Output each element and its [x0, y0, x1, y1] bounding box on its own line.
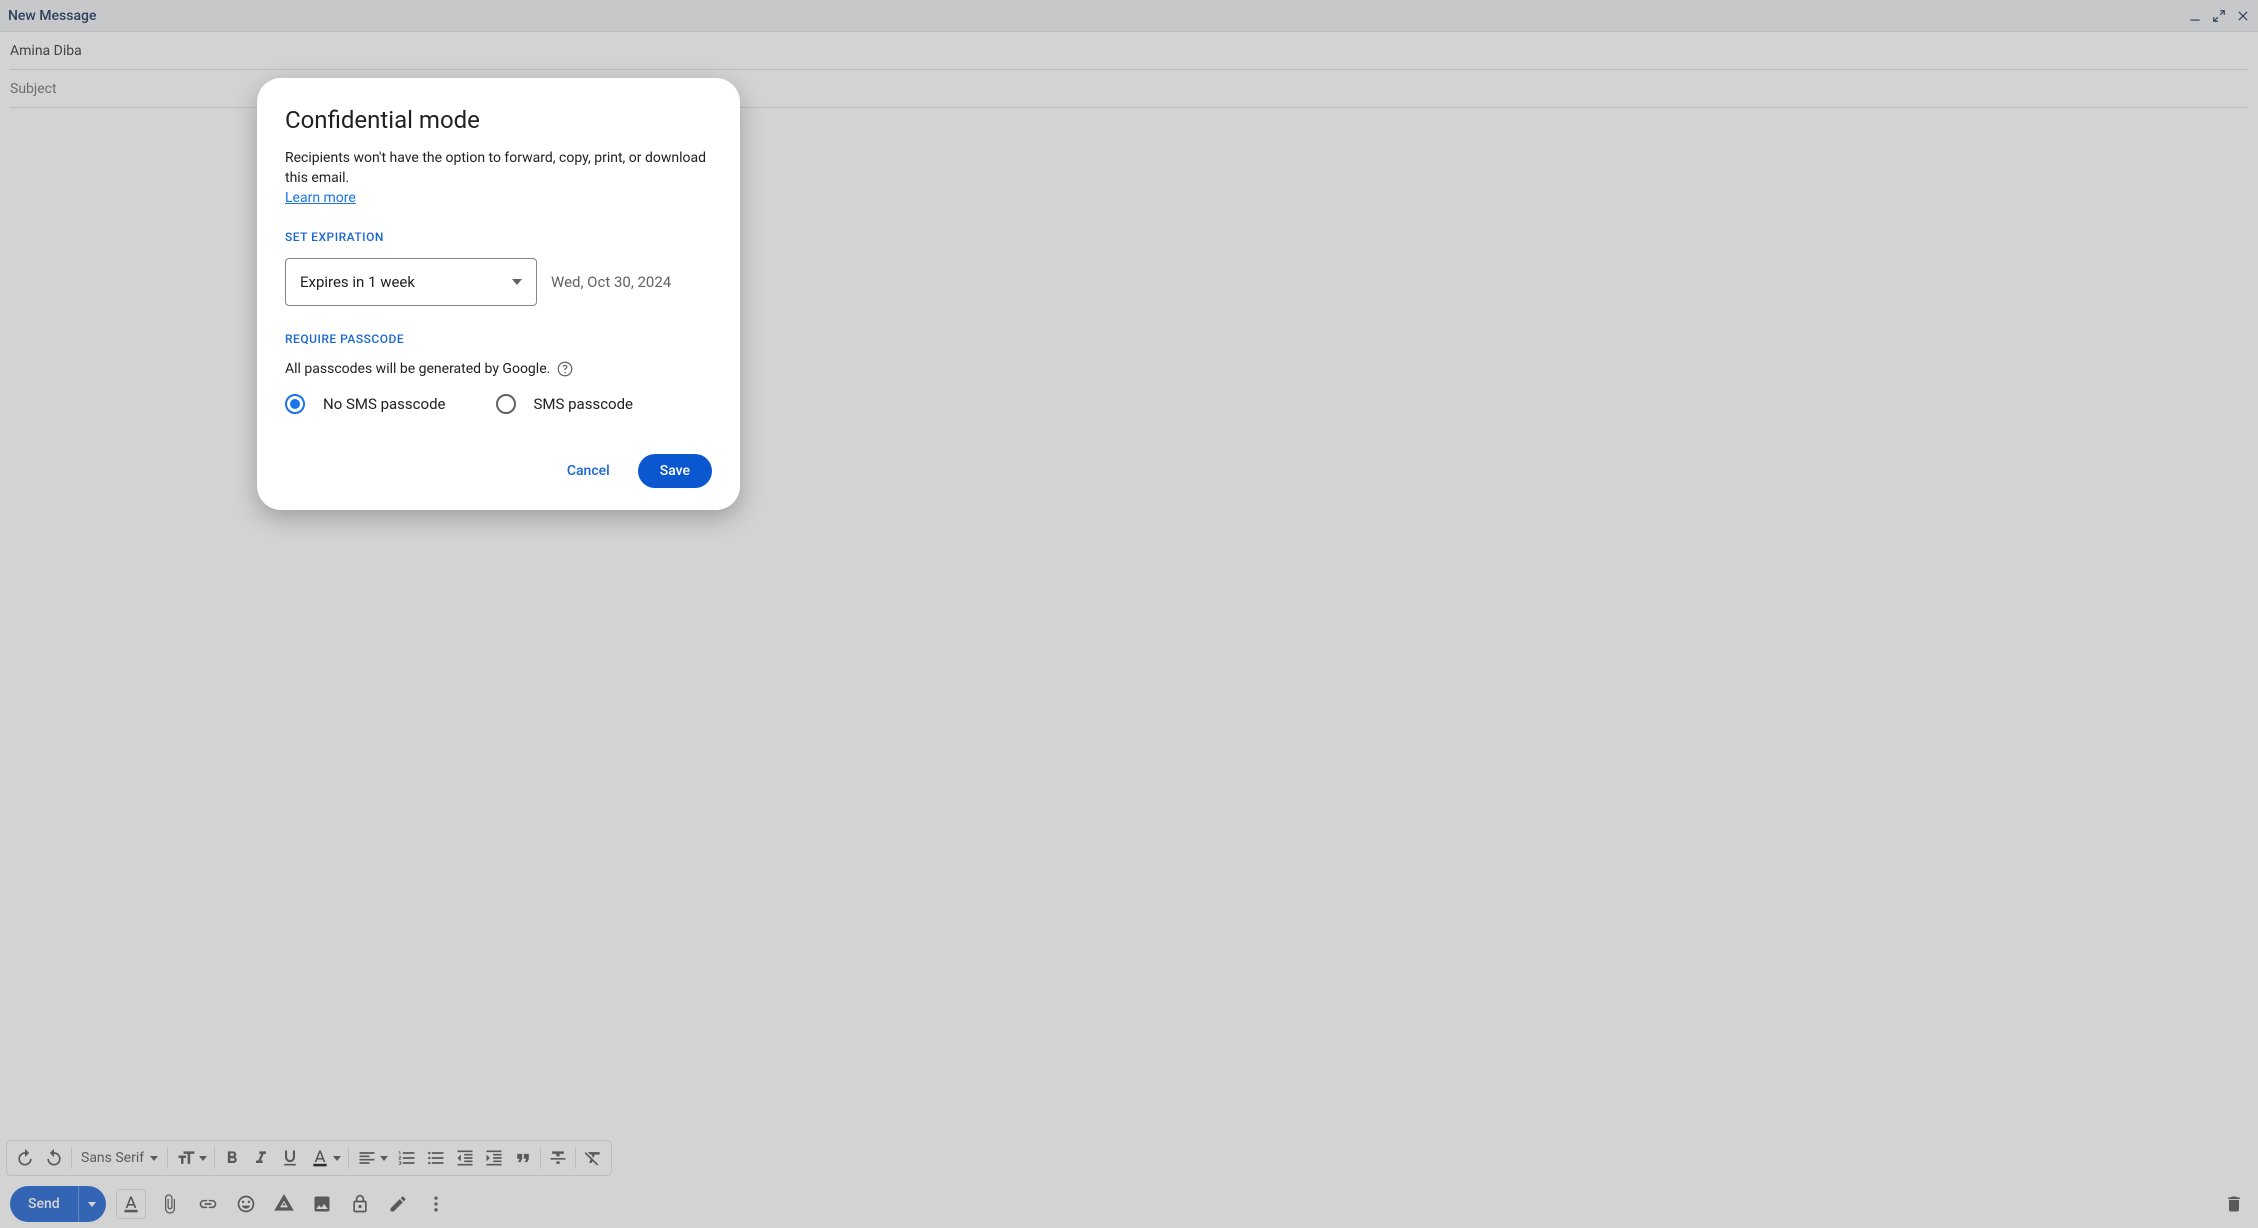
- learn-more-link[interactable]: Learn more: [285, 190, 356, 206]
- dialog-description: Recipients won't have the option to forw…: [285, 148, 712, 208]
- dialog-title: Confidential mode: [285, 106, 712, 134]
- passcode-note-text: All passcodes will be generated by Googl…: [285, 361, 550, 377]
- set-expiration-label: SET EXPIRATION: [285, 230, 712, 244]
- cancel-button[interactable]: Cancel: [553, 454, 624, 488]
- sms-passcode-label: SMS passcode: [534, 395, 634, 413]
- confidential-mode-dialog: Confidential mode Recipients won't have …: [257, 78, 740, 510]
- expiration-select[interactable]: Expires in 1 week: [285, 258, 537, 306]
- dialog-description-text: Recipients won't have the option to forw…: [285, 150, 706, 186]
- no-sms-passcode-radio[interactable]: No SMS passcode: [285, 394, 446, 414]
- require-passcode-label: REQUIRE PASSCODE: [285, 332, 712, 346]
- no-sms-passcode-label: No SMS passcode: [323, 395, 446, 413]
- help-icon[interactable]: [556, 360, 574, 378]
- expiration-value: Expires in 1 week: [300, 273, 415, 291]
- save-button[interactable]: Save: [638, 454, 712, 488]
- chevron-down-icon: [512, 279, 522, 285]
- expiration-date: Wed, Oct 30, 2024: [551, 273, 671, 291]
- passcode-note: All passcodes will be generated by Googl…: [285, 360, 712, 378]
- sms-passcode-radio[interactable]: SMS passcode: [496, 394, 634, 414]
